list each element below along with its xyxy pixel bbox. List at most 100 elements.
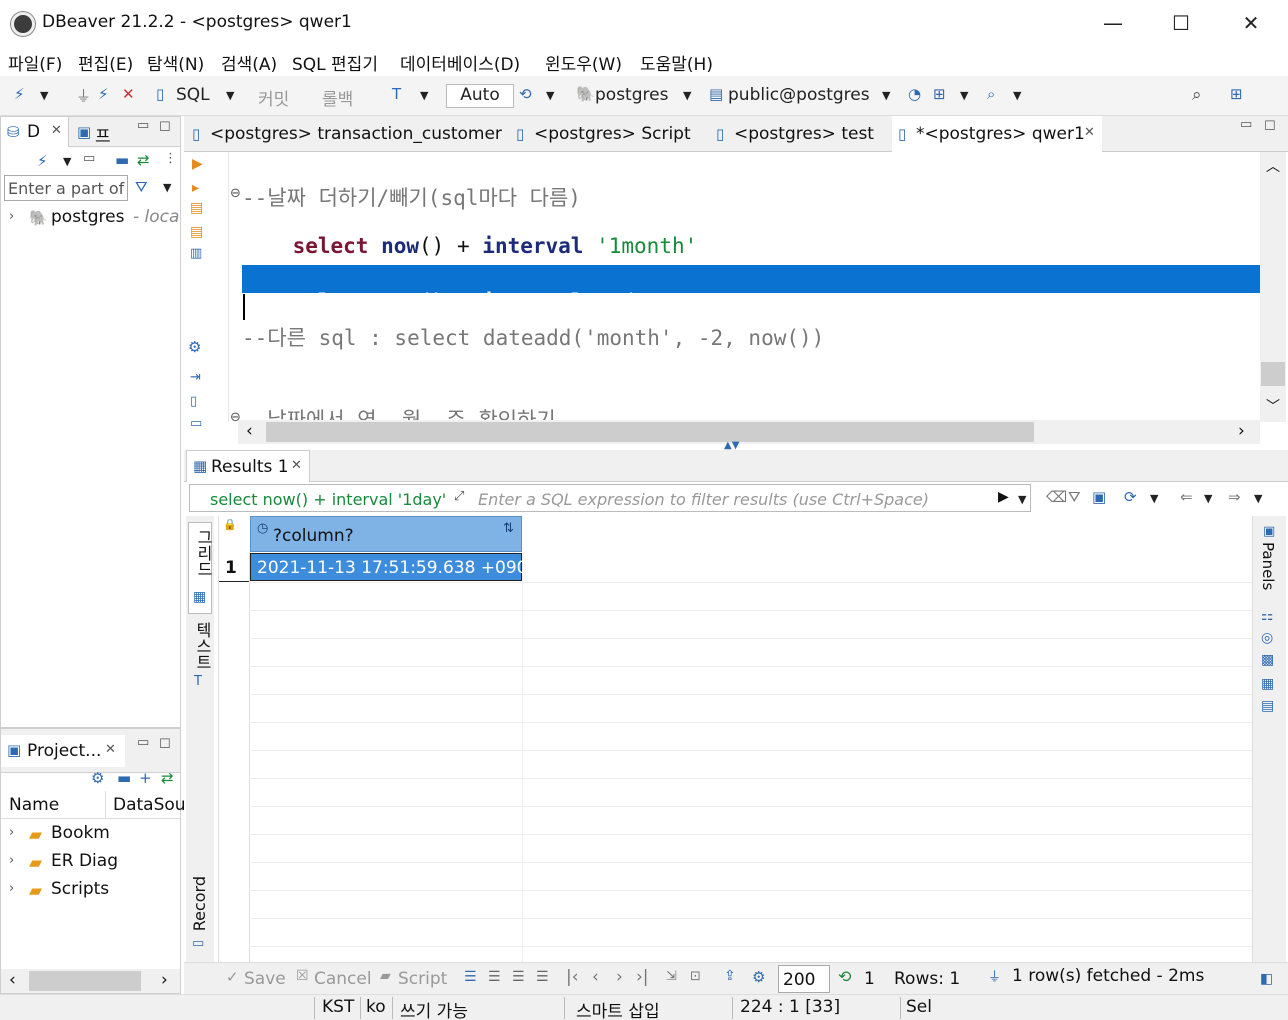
menu-search[interactable]: 검색(A)	[221, 50, 277, 75]
navigator-maximize-icon[interactable]: ☐	[159, 120, 171, 135]
schema-selector[interactable]: public@postgres	[728, 85, 870, 105]
scroll-left-icon[interactable]: ‹	[246, 421, 253, 441]
perspective-icon[interactable]: ⊞	[1230, 85, 1243, 103]
tree-item-scripts[interactable]: Scripts	[51, 879, 109, 899]
save-button[interactable]: Save	[244, 969, 286, 989]
transaction-mode-icon[interactable]: T	[392, 85, 401, 103]
editor-maximize-icon[interactable]: ☐	[1264, 119, 1276, 134]
prev-page-icon[interactable]: ‹	[592, 967, 599, 987]
projects-tab[interactable]: ▣ Project... ✕	[1, 735, 125, 767]
menu-help[interactable]: 도움말(H)	[640, 50, 713, 75]
grid-mode-tab[interactable]: 그리드 ▦	[188, 522, 213, 614]
load-script-icon[interactable]: ▯	[190, 394, 197, 409]
execute-script-new-icon[interactable]: ▤	[190, 224, 203, 240]
history-icon[interactable]: ⟲	[519, 85, 532, 103]
menu-file[interactable]: 파일(F)	[8, 50, 62, 75]
query-text-box[interactable]: select now() + interval '1day' ⤢ Enter a…	[189, 484, 1031, 512]
tab-close-icon[interactable]: ✕	[1084, 125, 1095, 140]
menu-edit[interactable]: 편집(E)	[78, 50, 133, 75]
navigator-close-icon[interactable]: ✕	[51, 123, 62, 138]
text-mode-tab[interactable]: 텍스트 T	[188, 616, 212, 698]
edit-row-icon[interactable]: ☰	[464, 969, 477, 985]
apply-filter-icon[interactable]: ▶	[998, 489, 1009, 505]
calc-icon[interactable]: ▩	[1261, 652, 1274, 668]
copy-row-icon[interactable]: ☰	[512, 969, 525, 985]
add-row-icon[interactable]: ☰	[488, 969, 501, 985]
column-name[interactable]: Name	[9, 795, 59, 815]
first-page-icon[interactable]: |‹	[566, 967, 579, 987]
scroll-left-icon[interactable]: ‹	[9, 970, 16, 990]
next-page-icon[interactable]: ›	[616, 967, 623, 987]
sql-editor-icon[interactable]: ▯	[156, 85, 164, 103]
fetch-size-input[interactable]: 200	[778, 965, 830, 993]
nav-folder-icon[interactable]: ▭	[83, 151, 95, 166]
save-script-icon[interactable]: ▭	[190, 416, 202, 431]
tree-item-bookmarks[interactable]: Bookm	[51, 823, 110, 843]
execute-statement-icon[interactable]: ▶	[192, 156, 203, 172]
projects-minimize-icon[interactable]: ▭	[137, 735, 149, 750]
editor-minimize-icon[interactable]: ▭	[1240, 117, 1252, 132]
delete-row-icon[interactable]: ☰	[536, 969, 549, 985]
er-diagram-icon[interactable]: ⊞	[933, 85, 946, 103]
invalidate-icon[interactable]: ⚡	[98, 85, 109, 103]
projects-collapse-icon[interactable]: ▬	[117, 769, 131, 787]
tree-item-er-diagrams[interactable]: ER Diag	[51, 851, 118, 871]
filter-settings-icon[interactable]: ⛛	[1068, 488, 1081, 506]
sort-icon[interactable]: ⇅	[503, 521, 514, 536]
metadata-icon[interactable]: ◎	[1261, 630, 1273, 646]
rollback-button[interactable]: 롤백	[322, 85, 353, 110]
settings-icon[interactable]: ⚙	[188, 338, 201, 356]
export-results-icon[interactable]: ⇪	[724, 968, 736, 984]
connect-icon[interactable]: ⏚	[76, 85, 91, 106]
refresh-filter-icon[interactable]: ⟳	[1124, 488, 1137, 506]
search-icon[interactable]: ⌕	[1192, 85, 1202, 105]
nav-link-icon[interactable]: ⇄	[137, 151, 150, 169]
export-icon[interactable]: ⇥	[190, 370, 201, 385]
tab-transaction-customer[interactable]: <postgres> transaction_customer	[210, 124, 502, 144]
execute-script-icon[interactable]: ▤	[190, 200, 203, 216]
filter-dropdown-icon[interactable]: ▼	[163, 181, 171, 194]
column-datasource[interactable]: DataSou	[113, 795, 186, 815]
navigator-filter-input[interactable]: Enter a part of	[4, 175, 128, 201]
grouping-icon[interactable]: ▦	[1261, 676, 1274, 692]
tree-expand-icon[interactable]: ›	[9, 825, 14, 840]
new-connection-icon[interactable]: ⚡	[14, 85, 25, 103]
back-dropdown-icon[interactable]: ▼	[1204, 492, 1212, 505]
menu-navigate[interactable]: 탐색(N)	[147, 50, 204, 75]
projects-hscrollbar[interactable]: ‹ ›	[1, 969, 180, 993]
project-tab-label[interactable]: 프	[95, 122, 111, 147]
nav-menu-icon[interactable]: ⋮	[164, 151, 177, 166]
projects-close-icon[interactable]: ✕	[105, 742, 116, 757]
history-dropdown-icon[interactable]: ▼	[546, 89, 554, 102]
fold-icon[interactable]: ⊖	[230, 186, 241, 201]
menu-window[interactable]: 윈도우(W)	[545, 50, 622, 75]
schema-dropdown-icon[interactable]: ▼	[882, 89, 890, 102]
execute-new-tab-icon[interactable]: ▸	[192, 180, 199, 196]
minimize-button[interactable]: —	[1090, 8, 1136, 38]
navigator-minimize-icon[interactable]: ▭	[137, 118, 149, 133]
filter-history-dropdown-icon[interactable]: ▼	[1018, 493, 1026, 506]
record-mode-tab[interactable]: Record ▭	[188, 872, 212, 958]
tab-test[interactable]: <postgres> test	[734, 124, 874, 144]
references-icon[interactable]: ▤	[1261, 698, 1274, 714]
panels-icon[interactable]: ▣	[1263, 524, 1275, 539]
scroll-thumb[interactable]	[1261, 362, 1285, 386]
commit-button[interactable]: 커밋	[258, 85, 289, 110]
tree-expand-icon[interactable]: ›	[9, 881, 14, 896]
tab-script[interactable]: <postgres> Script	[534, 124, 691, 144]
results-tab[interactable]: ▦ Results 1 ✕	[186, 450, 310, 482]
panels-label[interactable]: Panels	[1259, 542, 1277, 590]
scroll-right-icon[interactable]: ›	[161, 970, 168, 990]
tab-qwer1[interactable]: ▯ *<postgres> qwer1 ✕	[892, 116, 1102, 152]
nav-new-connection-icon[interactable]: ⚡	[37, 152, 48, 170]
forward-dropdown-icon[interactable]: ▼	[1254, 492, 1262, 505]
results-tab-close-icon[interactable]: ✕	[291, 458, 302, 473]
navigator-tab[interactable]: ⛁ D ✕	[1, 117, 69, 147]
results-settings-icon[interactable]: ⚙	[752, 968, 765, 986]
disconnect-icon[interactable]: ✕	[122, 85, 135, 103]
refresh-dropdown-icon[interactable]: ▼	[1150, 492, 1158, 505]
editor-hscrollbar[interactable]: ‹ ›	[238, 420, 1260, 444]
filter-expand-icon[interactable]: ⤢	[454, 489, 464, 504]
back-icon[interactable]: ⇐	[1180, 488, 1193, 506]
sql-dropdown-icon[interactable]: ▼	[226, 89, 234, 102]
